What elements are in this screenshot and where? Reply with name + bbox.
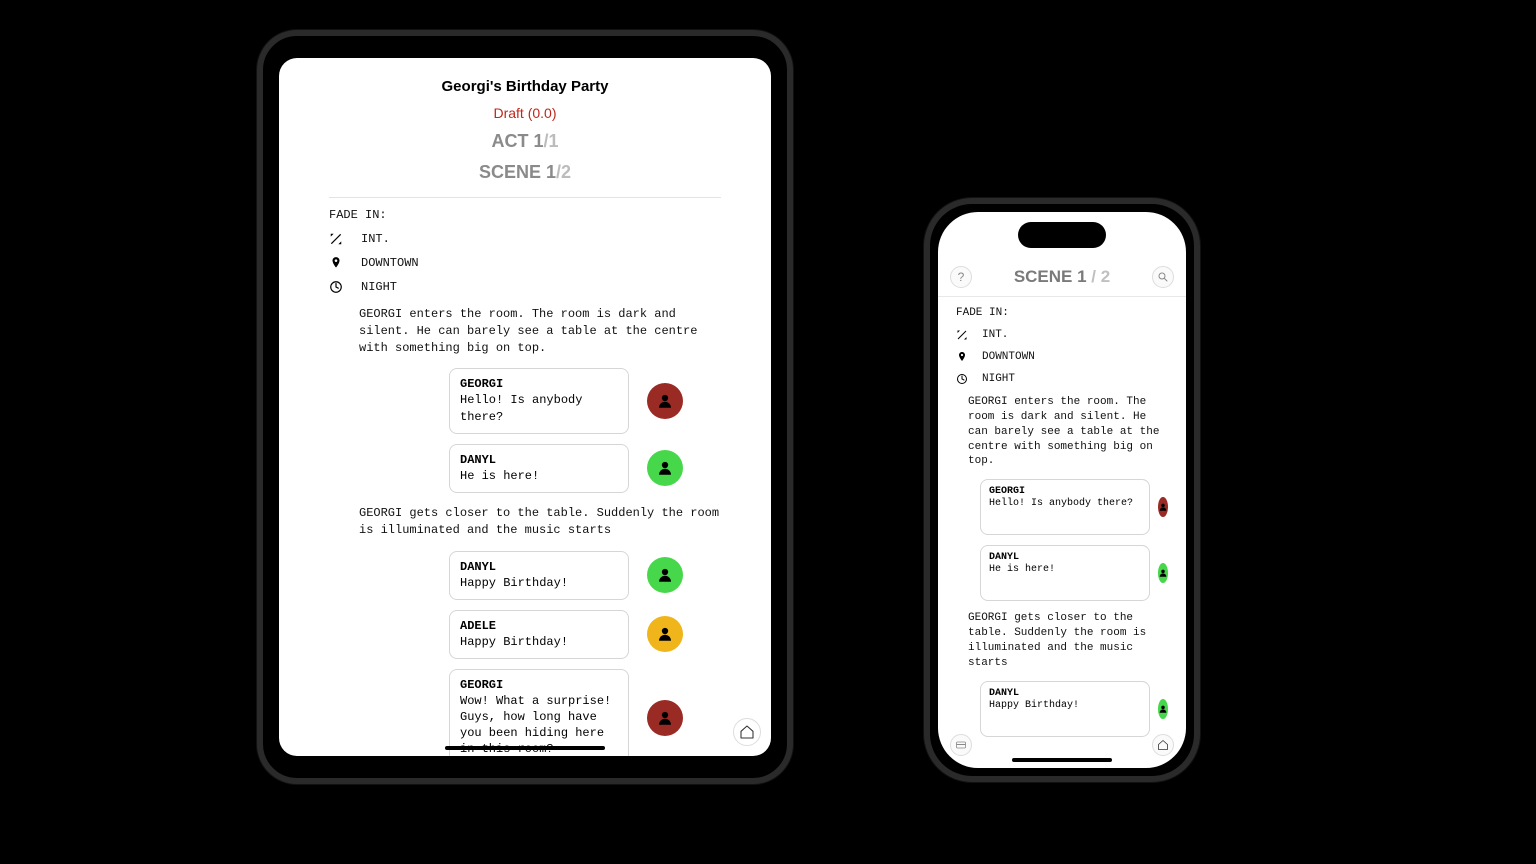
character-avatar[interactable] [1158,699,1168,719]
clock-icon [329,280,343,294]
character-name: GEORGI [460,377,618,391]
int-ext-icon [956,329,968,341]
dialog-bubble[interactable]: DANYL Happy Birthday! [980,681,1150,737]
action-block[interactable]: GEORGI enters the room. The room is dark… [968,395,1168,469]
act-label: ACT 1 [491,131,543,151]
scene-fraction: /2 [556,162,571,182]
scene-int-ext-row[interactable]: INT. [956,329,1168,341]
fade-in-label: FADE IN: [956,307,1168,319]
dialog-row[interactable]: GEORGI Hello! Is anybody there? [980,479,1168,535]
home-button[interactable] [1152,734,1174,756]
character-avatar[interactable] [647,557,683,593]
scene-time-value: NIGHT [982,373,1015,385]
scene-label: SCENE 1 [1014,267,1087,286]
scene-indicator[interactable]: SCENE 1/2 [329,162,721,183]
dialog-line: Hello! Is anybody there? [460,392,618,424]
character-name: DANYL [460,560,618,574]
dialog-row[interactable]: ADELE Happy Birthday! [449,610,721,659]
dialog-line: Hello! Is anybody there? [989,497,1141,510]
dialog-group-2: DANYL Happy Birthday! ADELE Happy Birthd… [329,551,721,756]
character-name: GEORGI [989,486,1141,497]
action-block[interactable]: GEORGI enters the room. The room is dark… [359,306,721,356]
action-block[interactable]: GEORGI gets closer to the table. Suddenl… [968,611,1168,670]
dialog-row[interactable]: DANYL He is here! [980,545,1168,601]
home-indicator [445,746,605,750]
character-name: ADELE [460,619,618,633]
dialog-group-1: GEORGI Hello! Is anybody there? DANYL He… [329,368,721,493]
character-avatar[interactable] [647,383,683,419]
clock-icon [956,373,968,385]
character-avatar[interactable] [647,616,683,652]
dialog-bubble[interactable]: GEORGI Wow! What a surprise! Guys, how l… [449,669,629,756]
character-avatar[interactable] [1158,497,1168,517]
action-block[interactable]: GEORGI gets closer to the table. Suddenl… [359,505,721,539]
scene-time-row[interactable]: NIGHT [956,373,1168,385]
dialog-row[interactable]: DANYL Happy Birthday! [449,551,721,600]
character-name: DANYL [989,552,1141,563]
dialog-line: Happy Birthday! [460,634,618,650]
dialog-bubble[interactable]: ADELE Happy Birthday! [449,610,629,659]
divider [329,197,721,198]
scene-int-ext-row[interactable]: INT. [329,232,721,246]
dialog-line: He is here! [989,563,1141,576]
dialog-row[interactable]: GEORGI Hello! Is anybody there? [449,368,721,433]
dialog-line: Happy Birthday! [989,699,1141,712]
character-name: DANYL [460,453,618,467]
scene-int-ext-value: INT. [982,329,1008,341]
search-button[interactable] [1152,266,1174,288]
dialog-bubble[interactable]: DANYL He is here! [980,545,1150,601]
scene-time-row[interactable]: NIGHT [329,280,721,294]
act-indicator[interactable]: ACT 1/1 [329,131,721,152]
dialog-bubble[interactable]: DANYL Happy Birthday! [449,551,629,600]
pin-icon [956,351,968,363]
character-avatar[interactable] [647,450,683,486]
scene-int-ext-value: INT. [361,232,390,246]
character-avatar[interactable] [1158,563,1168,583]
character-name: GEORGI [460,678,618,692]
dialog-bubble[interactable]: GEORGI Hello! Is anybody there? [980,479,1150,535]
home-button[interactable] [733,718,761,746]
fade-in-label: FADE IN: [329,208,721,222]
scene-time-value: NIGHT [361,280,397,294]
scene-indicator[interactable]: SCENE 1 / 2 [972,267,1152,287]
dialog-line: He is here! [460,468,618,484]
dialog-bubble[interactable]: DANYL He is here! [449,444,629,493]
dialog-bubble[interactable]: GEORGI Hello! Is anybody there? [449,368,629,433]
pin-icon [329,256,343,270]
dialog-row[interactable]: GEORGI Wow! What a surprise! Guys, how l… [449,669,721,756]
scene-label: SCENE 1 [479,162,556,182]
int-ext-icon [329,232,343,246]
dialog-line: Happy Birthday! [460,575,618,591]
scene-fraction: / 2 [1087,267,1111,286]
scene-location-value: DOWNTOWN [361,256,419,270]
scene-location-row[interactable]: DOWNTOWN [329,256,721,270]
iphone-header: ? SCENE 1 / 2 [938,258,1186,297]
dialog-row[interactable]: DANYL Happy Birthday! [980,681,1168,737]
script-title: Georgi's Birthday Party [329,78,721,95]
cards-button[interactable] [950,734,972,756]
character-name: DANYL [989,688,1141,699]
scene-location-row[interactable]: DOWNTOWN [956,351,1168,363]
scene-location-value: DOWNTOWN [982,351,1035,363]
iphone-device-frame: ? SCENE 1 / 2 FADE IN: INT. DOWNTOWN NIG… [924,198,1200,782]
ipad-screen: Georgi's Birthday Party Draft (0.0) ACT … [279,58,771,756]
home-indicator [1012,758,1112,762]
dialog-row[interactable]: DANYL He is here! [449,444,721,493]
ipad-device-frame: Georgi's Birthday Party Draft (0.0) ACT … [257,30,793,784]
help-button[interactable]: ? [950,266,972,288]
iphone-screen: ? SCENE 1 / 2 FADE IN: INT. DOWNTOWN NIG… [938,212,1186,768]
act-fraction: /1 [544,131,559,151]
character-avatar[interactable] [647,700,683,736]
dynamic-island [1018,222,1106,248]
draft-label[interactable]: Draft (0.0) [329,105,721,121]
